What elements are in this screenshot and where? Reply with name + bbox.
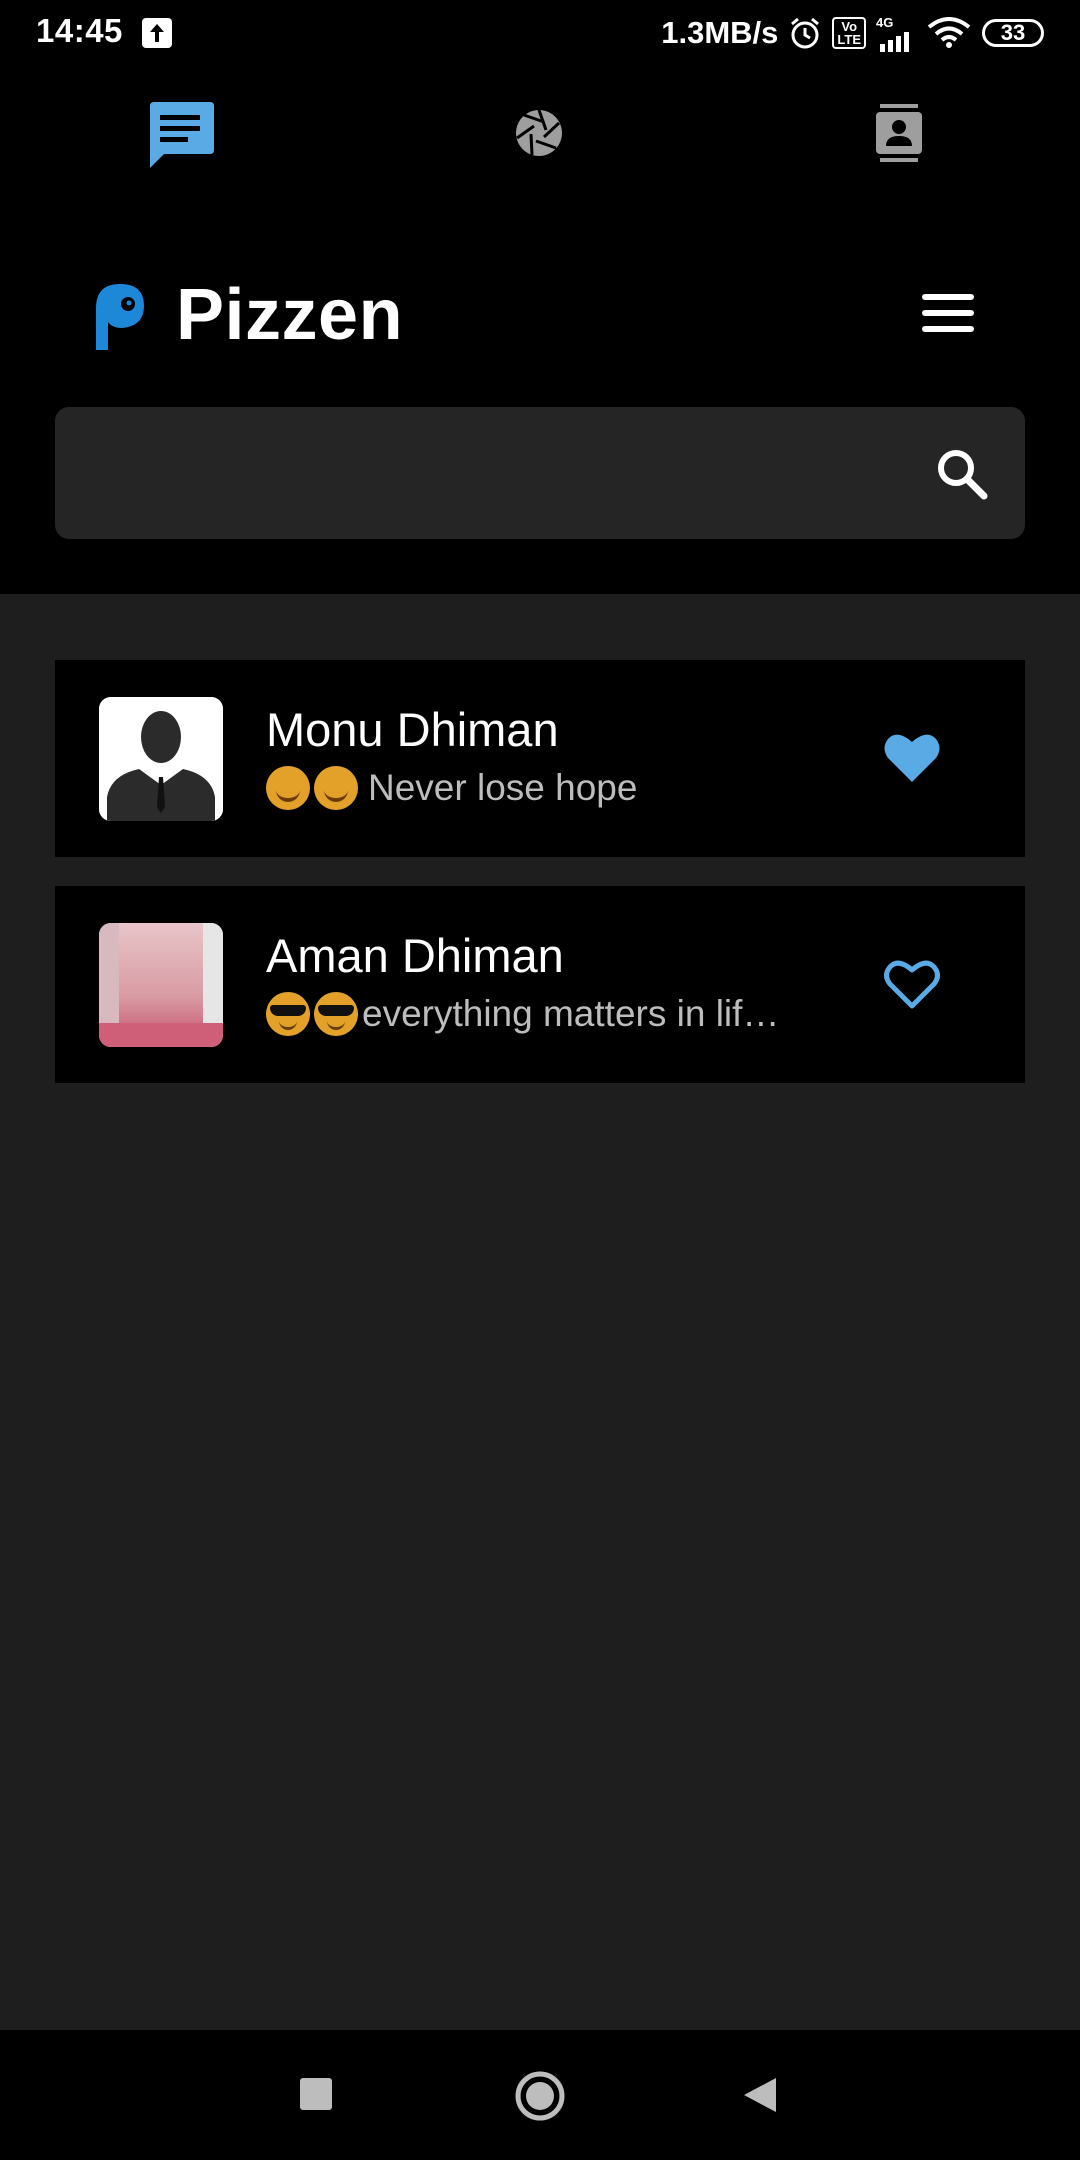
status-text: Never lose hope — [368, 767, 638, 808]
contacts-icon[interactable] — [876, 104, 922, 162]
cool-face-emoji-icon — [314, 992, 358, 1036]
battery-indicator: 33 — [982, 19, 1044, 47]
wifi-icon — [927, 17, 971, 48]
volte-bottom-label: LTE — [837, 32, 861, 47]
menu-line-icon — [922, 326, 974, 332]
status-indicators: 1.3MB/s Vo LTE 4G 33 — [661, 12, 1044, 54]
camera-aperture-icon[interactable] — [514, 108, 564, 158]
system-navigation-bar — [0, 2030, 1080, 2160]
volte-badge: Vo LTE — [832, 17, 866, 49]
search-icon[interactable] — [935, 447, 989, 501]
upload-notification-icon — [142, 18, 172, 48]
home-circle-icon[interactable] — [514, 2070, 566, 2122]
menu-line-icon — [922, 310, 974, 316]
chat-icon[interactable] — [144, 98, 216, 170]
default-avatar-icon — [99, 697, 223, 821]
battery-level: 33 — [1000, 20, 1026, 45]
hugging-face-emoji-icon — [266, 766, 310, 810]
avatar[interactable] — [99, 697, 223, 821]
hugging-face-emoji-icon — [314, 766, 358, 810]
avatar[interactable] — [99, 923, 223, 1047]
status-bar: 14:45 1.3MB/s Vo LTE 4G 33 — [0, 0, 1080, 66]
cool-face-emoji-icon — [266, 992, 310, 1036]
contact-status: 🤗🤗 Never lose hope — [266, 766, 637, 810]
top-tab-bar — [0, 66, 1080, 202]
network-speed: 1.3MB/s — [661, 15, 779, 50]
search-input[interactable] — [85, 407, 909, 541]
app-header: Pizzen — [0, 202, 1080, 594]
alarm-icon — [791, 17, 820, 49]
status-time: 14:45 — [36, 12, 123, 49]
contact-name: Aman Dhiman — [266, 929, 564, 982]
contact-list: Monu Dhiman 🤗🤗 Never lose hope — [0, 594, 1080, 2030]
status-text: everything matters in lif… — [362, 993, 780, 1034]
menu-button[interactable] — [922, 294, 974, 334]
network-type: 4G — [876, 14, 894, 30]
contact-card[interactable]: Aman Dhiman 😎😎 everything matters in lif… — [55, 886, 1025, 1083]
network-group: 4G — [876, 15, 916, 52]
app-title: Pizzen — [176, 275, 404, 355]
contact-status: 😎😎 everything matters in lif… — [266, 992, 779, 1036]
menu-line-icon — [922, 294, 974, 300]
contact-name: Monu Dhiman — [266, 703, 559, 756]
favorite-heart-outline-icon[interactable] — [883, 956, 941, 1010]
recents-square-icon[interactable] — [298, 2076, 334, 2112]
contact-card[interactable]: Monu Dhiman 🤗🤗 Never lose hope — [55, 660, 1025, 857]
app-logo-icon — [96, 284, 144, 350]
search-bar — [55, 407, 1025, 541]
signal-icon — [880, 31, 909, 52]
profile-photo — [99, 923, 223, 1047]
back-triangle-icon[interactable] — [742, 2076, 778, 2114]
favorite-heart-filled-icon[interactable] — [883, 730, 941, 784]
